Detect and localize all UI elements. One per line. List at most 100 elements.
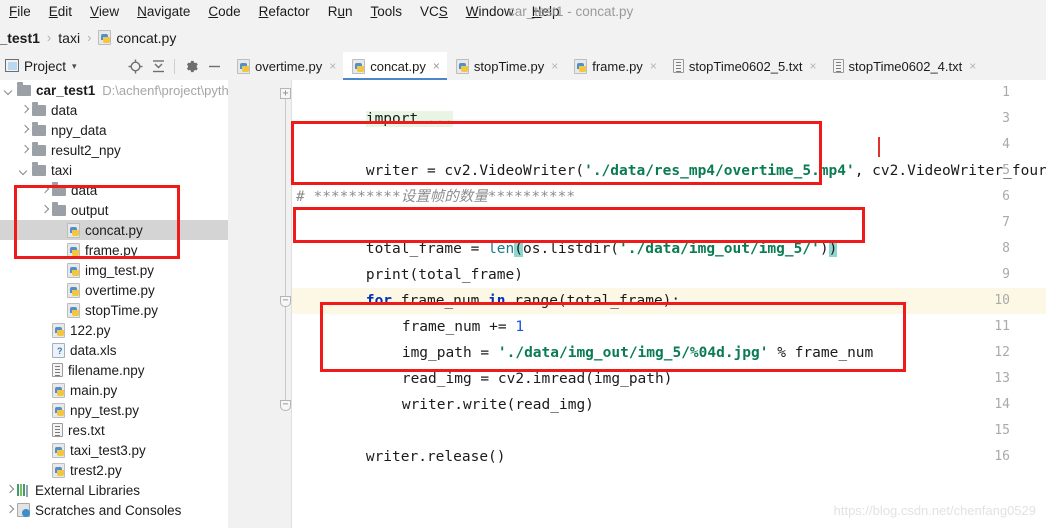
code-text: writer.release() <box>365 449 506 465</box>
tree-item-label: External Libraries <box>35 482 141 498</box>
chevron-down-icon[interactable] <box>19 165 30 176</box>
editor-tab-bar[interactable]: overtime.py × concat.py × stopTime.py × frame.… <box>228 52 1046 81</box>
breadcrumb-separator: › <box>46 30 52 45</box>
menu-item-navigate[interactable]: Navigate <box>128 0 199 23</box>
editor-tab-label: stopTime0602_4.txt <box>848 58 963 74</box>
project-panel-icon <box>5 59 19 72</box>
menu-item-code[interactable]: Code <box>199 0 249 23</box>
menu-item-edit[interactable]: Edit <box>40 0 81 23</box>
tree-item-label: output <box>71 202 109 218</box>
tree-item-taxi[interactable]: taxi <box>0 160 228 180</box>
menu-item-file[interactable]: File <box>0 0 40 23</box>
library-icon <box>17 484 30 496</box>
collapse-all-icon[interactable] <box>148 56 168 76</box>
editor-tab-overtime-py[interactable]: overtime.py × <box>228 52 343 80</box>
tree-item-main-py[interactable]: main.py <box>0 380 228 400</box>
chevron-right-icon[interactable] <box>4 505 15 516</box>
tree-item-external-libraries[interactable]: External Libraries <box>0 480 228 500</box>
code-line-15: writer.release() <box>296 418 506 465</box>
chevron-right-icon[interactable] <box>39 185 50 196</box>
menu-item-view[interactable]: View <box>81 0 128 23</box>
chevron-right-icon[interactable] <box>39 205 50 216</box>
code-editor[interactable]: 1 3 4 5 6 7 8 9 10 11 12 13 14 15 16 + − − import ... … <box>228 80 1046 528</box>
tree-item-122-py[interactable]: 122.py <box>0 320 228 340</box>
locate-icon[interactable] <box>125 56 145 76</box>
tree-item-trest2-py[interactable]: trest2.py <box>0 460 228 480</box>
tree-item-stoptime-py[interactable]: stopTime.py <box>0 300 228 320</box>
editor-tab-stoptime0602-4-txt[interactable]: stopTime0602_4.txt × <box>824 52 984 80</box>
python-file-icon <box>52 462 65 478</box>
tree-item-label: img_test.py <box>85 262 155 278</box>
python-file-icon <box>52 402 65 418</box>
menu-item-refactor[interactable]: Refactor <box>250 0 319 23</box>
close-icon[interactable]: × <box>433 59 440 73</box>
tree-item-frame-py[interactable]: frame.py <box>0 240 228 260</box>
chevron-down-icon[interactable] <box>4 85 15 96</box>
editor-tab-stoptime0602-5-txt[interactable]: stopTime0602_5.txt × <box>664 52 824 80</box>
breadcrumb-item-concat-py[interactable]: concat.py <box>98 30 176 46</box>
chevron-right-icon[interactable] <box>19 105 30 116</box>
hide-icon[interactable] <box>204 56 224 76</box>
editor-tab-stoptime-py[interactable]: stopTime.py × <box>447 52 565 80</box>
menu-item-tools[interactable]: Tools <box>361 0 411 23</box>
tree-item-data[interactable]: data <box>0 180 228 200</box>
menu-item-run[interactable]: Run <box>319 0 362 23</box>
close-icon[interactable]: × <box>551 59 558 73</box>
python-file-icon <box>67 222 80 238</box>
tree-item-res-txt[interactable]: res.txt <box>0 420 228 440</box>
tree-item-taxi-test3-py[interactable]: taxi_test3.py <box>0 440 228 460</box>
tree-item-scratches-and-consoles[interactable]: Scratches and Consoles <box>0 500 228 520</box>
tree-item-data[interactable]: data <box>0 100 228 120</box>
chevron-right-icon[interactable] <box>19 125 30 136</box>
tree-item-npy-test-py[interactable]: npy_test.py <box>0 400 228 420</box>
fold-collapse-marker-2[interactable]: − <box>280 400 291 411</box>
tree-item-concat-py[interactable]: concat.py <box>0 220 228 240</box>
breadcrumb-item-taxi[interactable]: taxi <box>58 30 80 46</box>
tree-item-label: main.py <box>70 382 118 398</box>
code-text: writer.write(read_img) <box>401 397 594 413</box>
menu-item-vcs[interactable]: VCS <box>411 0 457 23</box>
python-file-icon <box>67 282 80 298</box>
tree-item-overtime-py[interactable]: overtime.py <box>0 280 228 300</box>
close-icon[interactable]: × <box>650 59 657 73</box>
fold-expand-marker[interactable]: + <box>280 88 291 99</box>
breadcrumb-item-r-test1[interactable]: r_test1 <box>0 30 40 46</box>
tree-item-label: data <box>71 182 98 198</box>
editor-tab-frame-py[interactable]: frame.py × <box>565 52 664 80</box>
folded-import-region[interactable]: import ... <box>365 111 454 127</box>
tree-item-data-xls[interactable]: data.xls <box>0 340 228 360</box>
close-icon[interactable]: × <box>969 59 976 73</box>
folder-icon <box>32 102 46 116</box>
tree-item-label: res.txt <box>68 422 105 438</box>
matched-brace: ) <box>828 241 838 257</box>
chevron-right-icon[interactable] <box>19 145 30 156</box>
code-line-7: total_frame = len(os.listdir('./data/img… <box>296 210 838 257</box>
tree-item-label: frame.py <box>85 242 138 258</box>
tree-item-output[interactable]: output <box>0 200 228 220</box>
xls-file-icon <box>52 342 65 358</box>
chevron-down-icon[interactable]: ▾ <box>72 61 77 72</box>
close-icon[interactable]: × <box>329 59 336 73</box>
code-content[interactable]: import ... writer = cv2.VideoWriter('./d… <box>292 80 1046 528</box>
folder-icon <box>32 142 46 156</box>
tree-item-result2-npy[interactable]: result2_npy <box>0 140 228 160</box>
pycharm-window: File Edit View Navigate Code Refactor Run Tools… <box>0 0 1046 528</box>
text-file-icon <box>52 423 63 437</box>
code-line-9: for frame_num in range(total_frame): <box>296 262 680 309</box>
tree-item-npy-data[interactable]: npy_data <box>0 120 228 140</box>
settings-gear-icon[interactable] <box>181 56 201 76</box>
tree-item-filename-npy[interactable]: filename.npy <box>0 360 228 380</box>
code-line-6: # **********设置帧的数量********** <box>296 189 576 205</box>
fold-collapse-marker-1[interactable]: − <box>280 296 291 307</box>
code-text: writer = cv2.VideoWriter( <box>365 163 585 179</box>
tree-item-car-test1[interactable]: car_test1 D:\achenf\project\pyth <box>0 80 228 100</box>
chevron-right-icon[interactable] <box>4 485 15 496</box>
editor-tab-concat-py[interactable]: concat.py × <box>343 52 447 80</box>
tree-item-img-test-py[interactable]: img_test.py <box>0 260 228 280</box>
project-tree[interactable]: car_test1 D:\achenf\project\pyth data npy_d… <box>0 80 229 528</box>
close-icon[interactable]: × <box>810 59 817 73</box>
text-file-icon <box>52 363 63 377</box>
